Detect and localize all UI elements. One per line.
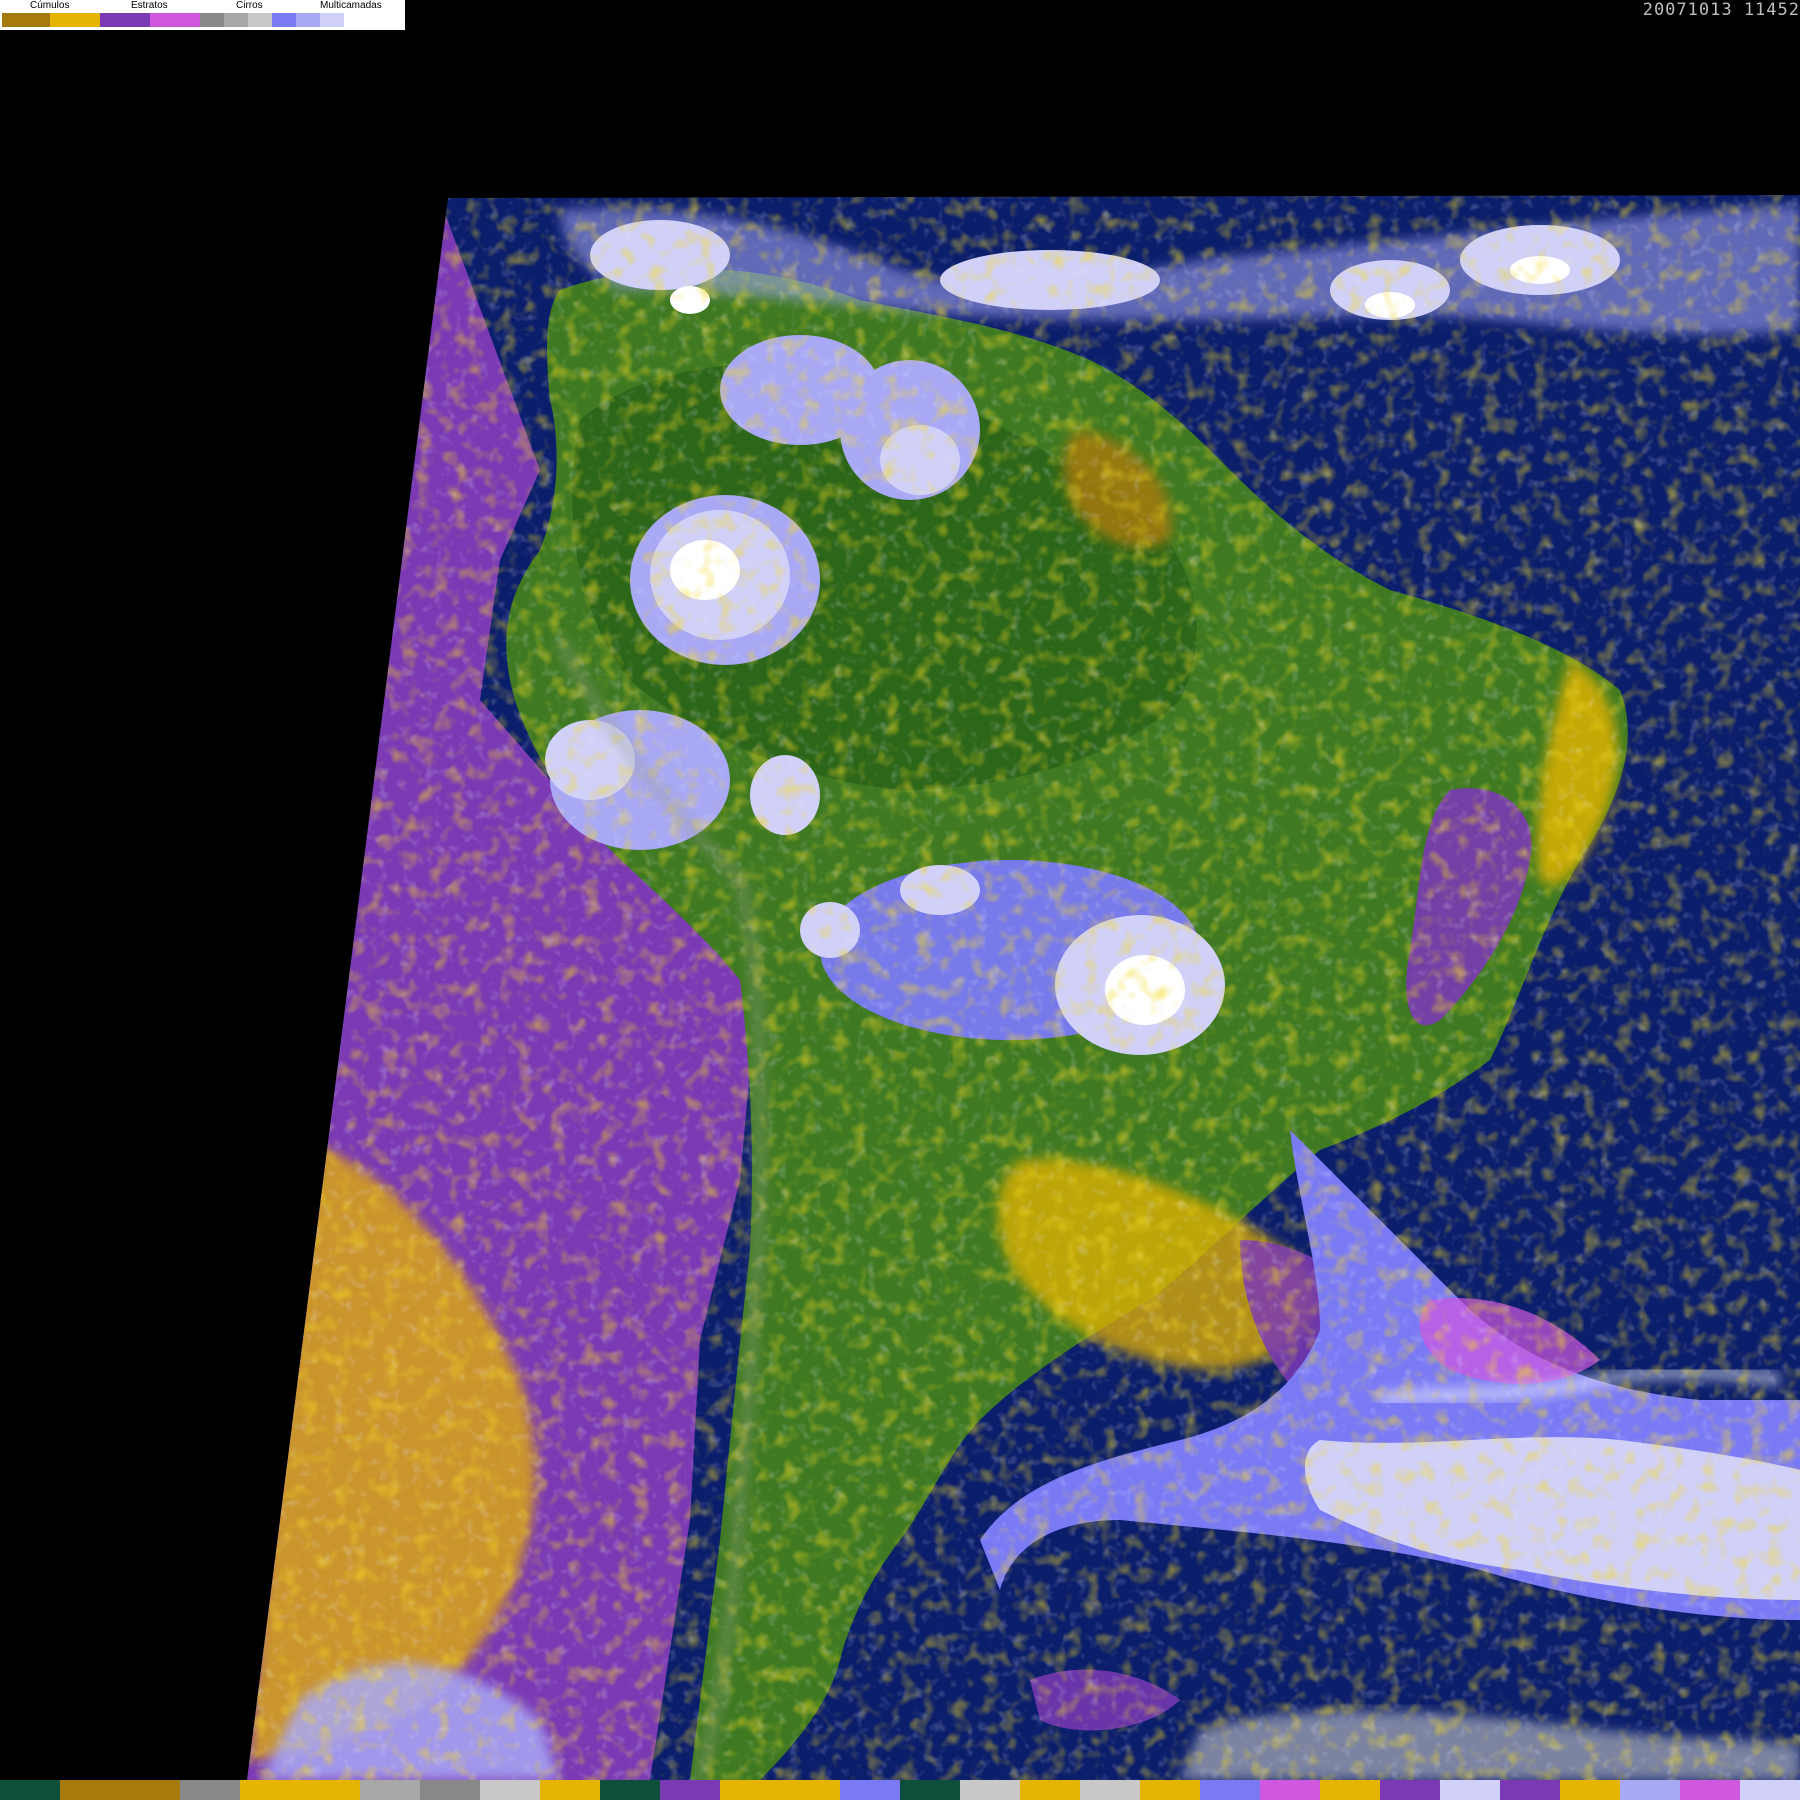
legend-swatch [344,13,368,27]
legend-label-stratus: Estratos [131,0,168,11]
strip-color-cell [1380,1780,1440,1800]
strip-color-cell [840,1780,900,1800]
strip-color-cell [780,1780,840,1800]
legend-swatch [150,13,200,27]
strip-color-cell [1020,1780,1080,1800]
legend-swatch [2,13,50,27]
cloud-type-legend: Cúmulos Estratos Cirros Multicamadas [0,0,405,30]
bottom-color-strip [0,1780,1800,1800]
strip-color-cell [1620,1780,1680,1800]
legend-swatch [296,13,320,27]
legend-swatch [200,13,224,27]
strip-color-cell [1560,1780,1620,1800]
strip-color-cell [1260,1780,1320,1800]
legend-label-cumulus: Cúmulos [30,0,70,11]
legend-swatch [272,13,296,27]
strip-color-cell [300,1780,360,1800]
legend-swatch [224,13,248,27]
image-timestamp: 20071013 11452 [1642,0,1800,20]
strip-color-cell [60,1780,120,1800]
strip-color-cell [1140,1780,1200,1800]
strip-color-cell [480,1780,540,1800]
strip-color-cell [540,1780,600,1800]
legend-swatch [100,13,150,27]
strip-color-cell [420,1780,480,1800]
legend-label-cirrus: Cirros [236,0,263,11]
strip-color-cell [1080,1780,1140,1800]
strip-color-cell [1320,1780,1380,1800]
strip-color-cell [600,1780,660,1800]
satellite-cloud-map [247,195,1800,1780]
strip-color-cell [240,1780,300,1800]
strip-color-cell [720,1780,780,1800]
legend-swatches [2,13,368,27]
strip-color-cell [960,1780,1020,1800]
cirrus-speckle-texture [247,195,1800,1780]
legend-swatch [320,13,344,27]
legend-label-multilayer: Multicamadas [320,0,382,11]
legend-swatch [50,13,100,27]
legend-swatch [248,13,272,27]
strip-color-cell [900,1780,960,1800]
strip-color-cell [1200,1780,1260,1800]
full-disk-view [247,195,1800,1780]
strip-color-cell [0,1780,60,1800]
strip-color-cell [1500,1780,1560,1800]
strip-color-cell [1680,1780,1740,1800]
strip-color-cell [1440,1780,1500,1800]
strip-color-cell [660,1780,720,1800]
strip-color-cell [360,1780,420,1800]
strip-color-cell [120,1780,180,1800]
strip-color-cell [1740,1780,1800,1800]
strip-color-cell [180,1780,240,1800]
